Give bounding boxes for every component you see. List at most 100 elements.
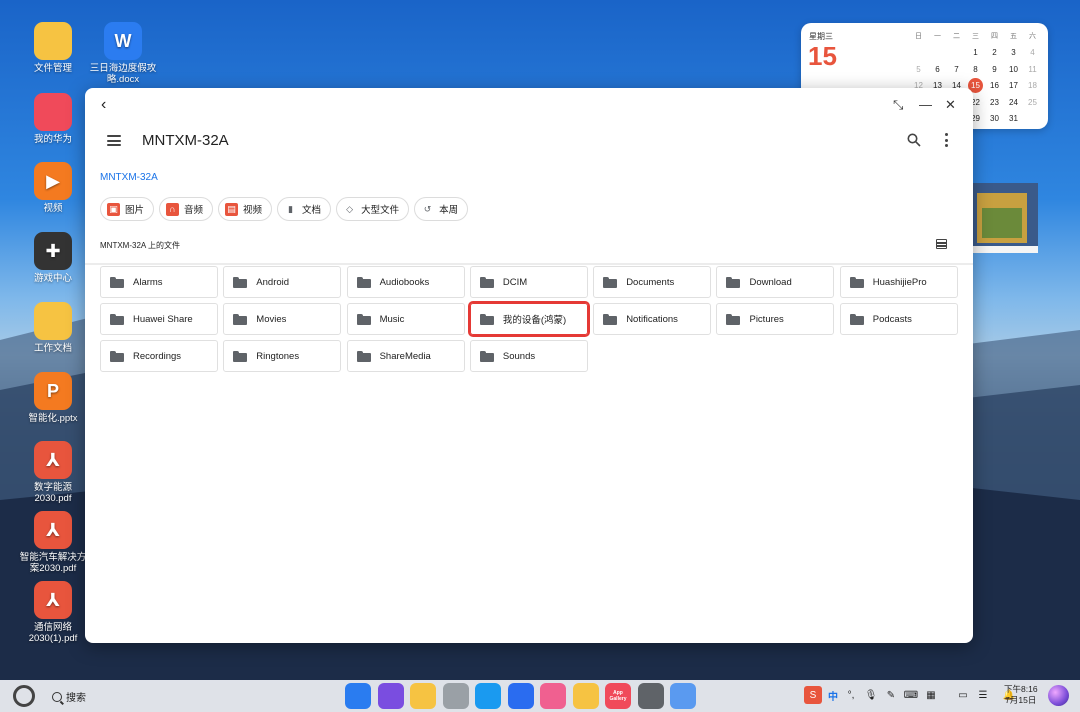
folder-item[interactable]: DCIM [469, 266, 588, 298]
folder-item[interactable]: Audiobooks [346, 266, 465, 298]
filter-chip[interactable]: ▤ 视频 [218, 197, 273, 221]
desktop-icon[interactable]: ▶ 视频 [18, 162, 88, 214]
folder-item[interactable]: ShareMedia [346, 340, 465, 372]
search-icon[interactable] [907, 133, 921, 147]
folder-item[interactable]: Movies [223, 303, 342, 335]
filter-chip[interactable]: ∩ 音频 [159, 197, 214, 221]
restore-icon[interactable]: ⤡ [893, 97, 903, 113]
calendar-date[interactable]: 7 [947, 61, 966, 78]
folder-item[interactable]: Music [346, 303, 465, 335]
calendar-date[interactable]: 16 [985, 78, 1004, 95]
desktop-icon[interactable]: ⅄ 智能汽车解决方案2030.pdf [18, 511, 88, 574]
breadcrumb[interactable]: MNTXM-32A [100, 172, 158, 183]
desktop-icon[interactable]: ⅄ 数字能源2030.pdf [18, 441, 88, 504]
calendar-weekday-header: 五 [1010, 33, 1017, 41]
calendar-date[interactable]: 18 [1023, 78, 1042, 95]
desktop-icon[interactable]: W 三日海边度假攻略.docx [88, 22, 158, 85]
multitask-icon[interactable] [377, 683, 404, 709]
filter-chip[interactable]: ▣ 图片 [100, 197, 155, 221]
menu-icon[interactable] [107, 135, 121, 146]
calendar-day: 15 [808, 41, 837, 71]
calendar-date[interactable]: 8 [966, 61, 985, 78]
desktop-icon[interactable]: P 智能化.pptx [18, 372, 88, 424]
desktop-icon[interactable]: ✚ 游戏中心 [18, 232, 88, 284]
assistant-avatar-icon[interactable] [1048, 685, 1069, 706]
folder-icon [233, 313, 248, 325]
file-manager-icon[interactable] [410, 683, 436, 709]
microphone-icon[interactable]: 🎙 [864, 688, 878, 702]
folder-item[interactable]: 我的设备(鸿蒙) [467, 301, 590, 337]
start-icon[interactable] [13, 685, 35, 707]
calendar-date[interactable]: 31 [1004, 111, 1023, 128]
app-gallery-icon[interactable]: App Gallery [605, 683, 631, 709]
handwriting-icon[interactable]: ✎ [884, 688, 898, 702]
folder-item[interactable]: Pictures [716, 303, 835, 335]
filter-chip[interactable]: ↺ 本周 [414, 197, 469, 221]
calendar-date[interactable]: 24 [1004, 94, 1023, 111]
folder-name: Huawei Share [133, 313, 193, 325]
settings-icon[interactable] [637, 683, 664, 709]
desktop-icon[interactable]: 文件管理 [18, 22, 88, 74]
ime-mode-label[interactable]: 中 [828, 688, 838, 703]
folder-item[interactable]: Documents [593, 266, 712, 298]
control-center-icon[interactable]: ☰ [976, 688, 990, 702]
folder-item[interactable]: Ringtones [223, 340, 342, 372]
folder-icon [233, 350, 248, 362]
calendar-date[interactable]: 11 [1023, 61, 1042, 78]
assistant-icon[interactable] [670, 683, 696, 709]
calendar-date[interactable]: 10 [1004, 61, 1023, 78]
folder-item[interactable]: Android [223, 266, 342, 298]
calendar-date[interactable]: 17 [1004, 78, 1023, 95]
folder-item[interactable]: Podcasts [839, 303, 958, 335]
calendar-date[interactable]: 5 [909, 61, 928, 78]
calendar-empty [947, 45, 966, 62]
browser-icon[interactable] [475, 683, 501, 709]
calendar-date[interactable]: 25 [1023, 94, 1042, 111]
calendar-date[interactable]: 30 [985, 111, 1004, 128]
calendar-date[interactable]: 3 [1004, 45, 1023, 62]
battery-icon[interactable]: ▭ [956, 688, 970, 702]
calendar-date[interactable]: 9 [985, 61, 1004, 78]
desktop-icon[interactable]: ⅄ 通信网络2030(1).pdf [18, 581, 88, 644]
recycle-bin-icon[interactable] [442, 683, 469, 709]
folder-item[interactable]: Recordings [100, 340, 218, 372]
desktop-icon[interactable]: 我的华为 [18, 93, 88, 145]
desktop-icon[interactable]: 工作文档 [18, 302, 88, 354]
taskbar-search[interactable]: 搜索 [52, 689, 86, 704]
folder-item[interactable]: Sounds [469, 340, 588, 372]
folder-icon [603, 276, 618, 288]
more-options-icon[interactable] [942, 133, 950, 147]
folder-icon [603, 313, 618, 325]
calendar-date[interactable]: 4 [1023, 45, 1042, 62]
back-icon[interactable]: ‹ [101, 96, 106, 114]
keyboard-icon[interactable]: ⌨ [904, 688, 918, 702]
list-view-icon[interactable] [936, 239, 947, 249]
calendar-date[interactable]: 23 [985, 94, 1004, 111]
toolbox-icon[interactable]: ▦ [924, 688, 938, 702]
calendar-date[interactable]: 6 [928, 61, 947, 78]
folder-name: Alarms [133, 276, 163, 288]
email-icon[interactable] [507, 683, 534, 709]
folder-item[interactable]: Alarms [100, 266, 218, 298]
taskbar: 搜索 App Gallery S 中 °, 🎙 ✎ ⌨ ▦ ▭ ☰ 🔔 下午8:… [0, 680, 1080, 712]
filter-chip-label: 大型文件 [361, 205, 400, 216]
close-icon[interactable]: ✕ [945, 97, 956, 113]
calendar-date[interactable]: 1 [966, 45, 985, 62]
sogou-ime-icon[interactable]: S [804, 686, 822, 704]
dock: App Gallery [345, 683, 696, 709]
calendar-date[interactable]: 2 [985, 45, 1004, 62]
minimize-icon[interactable]: — [919, 97, 932, 112]
folder-item[interactable]: HuashijiePro [839, 266, 958, 298]
folder-item[interactable]: Notifications [593, 303, 712, 335]
filter-chip[interactable]: ▮ 文档 [277, 197, 332, 221]
punctuation-icon[interactable]: °, [844, 688, 858, 702]
folder-item[interactable]: Huawei Share [100, 303, 218, 335]
folder-item[interactable]: Download [716, 266, 835, 298]
app-launcher-icon[interactable] [345, 683, 371, 709]
folder-name: Pictures [749, 313, 784, 325]
clock[interactable]: 下午8:16 7月15日 [1004, 684, 1038, 706]
notes-icon[interactable] [572, 683, 599, 709]
folder-icon [34, 302, 72, 340]
gallery-icon[interactable] [540, 683, 566, 709]
filter-chip[interactable]: ◇ 大型文件 [336, 197, 410, 221]
